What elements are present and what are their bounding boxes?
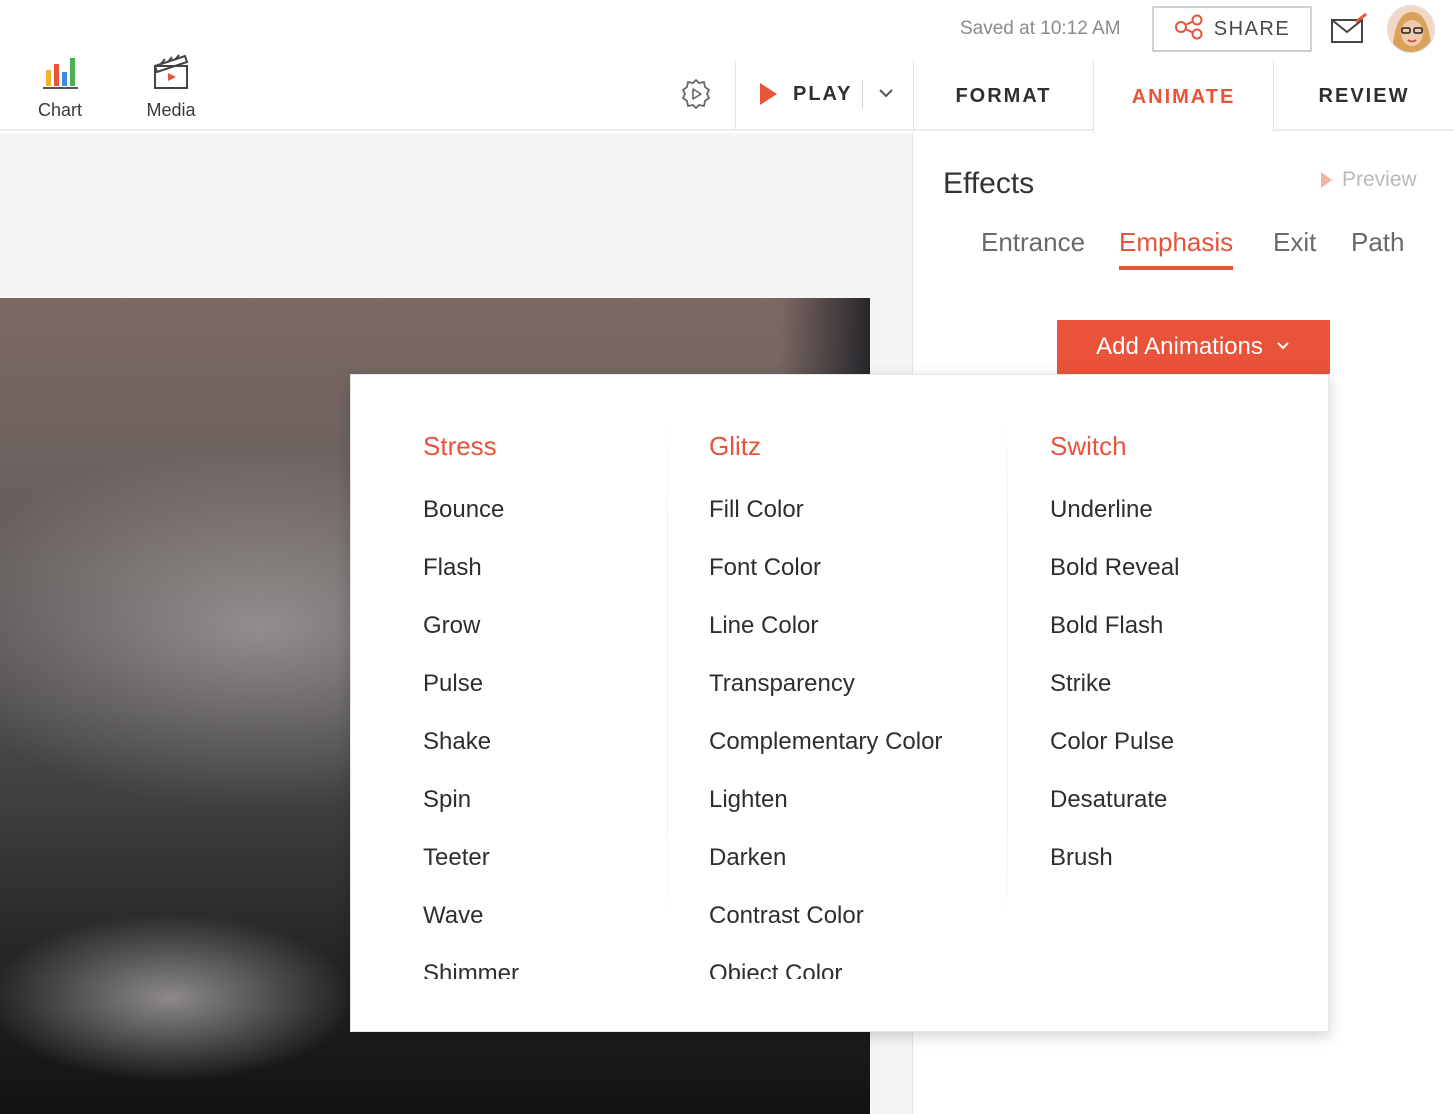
menu-column-glitz: Glitz Fill Color Font Color Line Color T… bbox=[709, 375, 1009, 979]
tab-animate[interactable]: ANIMATE bbox=[1093, 60, 1273, 134]
share-icon bbox=[1174, 14, 1204, 45]
menu-heading-stress: Stress bbox=[423, 431, 497, 461]
menu-item-spin[interactable]: Spin bbox=[423, 785, 519, 843]
insert-media-button[interactable]: Media bbox=[126, 52, 216, 126]
menu-item-teeter[interactable]: Teeter bbox=[423, 843, 519, 901]
menu-item-grow[interactable]: Grow bbox=[423, 611, 519, 669]
share-label: SHARE bbox=[1213, 17, 1291, 40]
menu-item-shimmer[interactable]: Shimmer bbox=[423, 959, 519, 979]
tab-emphasis[interactable]: Emphasis bbox=[1119, 227, 1234, 270]
add-animations-menu: Stress Bounce Flash Grow Pulse Shake Spi… bbox=[350, 374, 1329, 1032]
menu-column-stress: Stress Bounce Flash Grow Pulse Shake Spi… bbox=[423, 375, 663, 979]
clapperboard-icon bbox=[151, 52, 191, 92]
menu-item-line-color[interactable]: Line Color bbox=[709, 611, 942, 669]
menu-column-divider bbox=[667, 415, 668, 925]
bar-chart-icon bbox=[40, 52, 80, 92]
share-button[interactable]: SHARE bbox=[1152, 6, 1312, 52]
menu-item-lighten[interactable]: Lighten bbox=[709, 785, 942, 843]
tab-path[interactable]: Path bbox=[1351, 227, 1405, 266]
panel-title: Effects bbox=[943, 167, 1035, 200]
menu-item-bold-flash[interactable]: Bold Flash bbox=[1050, 611, 1179, 669]
menu-item-color-pulse[interactable]: Color Pulse bbox=[1050, 727, 1179, 785]
menu-item-strike[interactable]: Strike bbox=[1050, 669, 1179, 727]
menu-item-bounce[interactable]: Bounce bbox=[423, 495, 519, 553]
menu-item-desaturate[interactable]: Desaturate bbox=[1050, 785, 1179, 843]
toolbar-divider bbox=[735, 60, 736, 130]
save-status: Saved at 10:12 AM bbox=[960, 18, 1121, 39]
menu-item-shake[interactable]: Shake bbox=[423, 727, 519, 785]
menu-heading-switch: Switch bbox=[1050, 431, 1127, 461]
play-label: PLAY bbox=[793, 82, 853, 105]
menu-item-transparency[interactable]: Transparency bbox=[709, 669, 942, 727]
avatar[interactable] bbox=[1387, 5, 1435, 53]
menu-item-object-color[interactable]: Object Color bbox=[709, 959, 942, 979]
menu-item-complementary-color[interactable]: Complementary Color bbox=[709, 727, 942, 785]
menu-item-darken[interactable]: Darken bbox=[709, 843, 942, 901]
preview-button[interactable]: Preview bbox=[1321, 168, 1417, 192]
top-toolbar: Chart Media Saved at 10:12 AM SHARE PLAY… bbox=[0, 0, 1454, 134]
menu-column-divider bbox=[1007, 415, 1008, 925]
menu-column-switch: Switch Underline Bold Reveal Bold Flash … bbox=[1050, 375, 1310, 979]
insert-chart-button[interactable]: Chart bbox=[15, 52, 105, 126]
menu-item-contrast-color[interactable]: Contrast Color bbox=[709, 901, 942, 959]
menu-item-underline[interactable]: Underline bbox=[1050, 495, 1179, 553]
play-icon bbox=[760, 83, 777, 105]
add-animations-button[interactable]: Add Animations bbox=[1057, 320, 1330, 374]
play-divider bbox=[862, 80, 863, 108]
menu-item-flash[interactable]: Flash bbox=[423, 553, 519, 611]
insert-chart-label: Chart bbox=[37, 100, 82, 120]
play-button[interactable]: PLAY bbox=[750, 74, 853, 114]
menu-item-wave[interactable]: Wave bbox=[423, 901, 519, 959]
menu-item-brush[interactable]: Brush bbox=[1050, 843, 1179, 901]
insert-media-label: Media bbox=[146, 100, 196, 120]
menu-item-pulse[interactable]: Pulse bbox=[423, 669, 519, 727]
preview-label: Preview bbox=[1342, 168, 1417, 191]
mail-icon[interactable] bbox=[1330, 12, 1368, 44]
menu-heading-glitz: Glitz bbox=[709, 431, 761, 461]
play-icon bbox=[1321, 172, 1332, 188]
tab-review[interactable]: REVIEW bbox=[1273, 60, 1454, 132]
add-animations-label: Add Animations bbox=[1096, 333, 1263, 360]
chevron-down-icon bbox=[1275, 333, 1291, 361]
chevron-down-icon[interactable] bbox=[875, 82, 897, 104]
tab-format[interactable]: FORMAT bbox=[913, 60, 1093, 132]
tab-entrance[interactable]: Entrance bbox=[981, 227, 1085, 266]
gear-icon[interactable] bbox=[677, 75, 715, 113]
menu-item-fill-color[interactable]: Fill Color bbox=[709, 495, 942, 553]
tab-exit[interactable]: Exit bbox=[1273, 227, 1316, 266]
menu-item-bold-reveal[interactable]: Bold Reveal bbox=[1050, 553, 1179, 611]
menu-item-font-color[interactable]: Font Color bbox=[709, 553, 942, 611]
